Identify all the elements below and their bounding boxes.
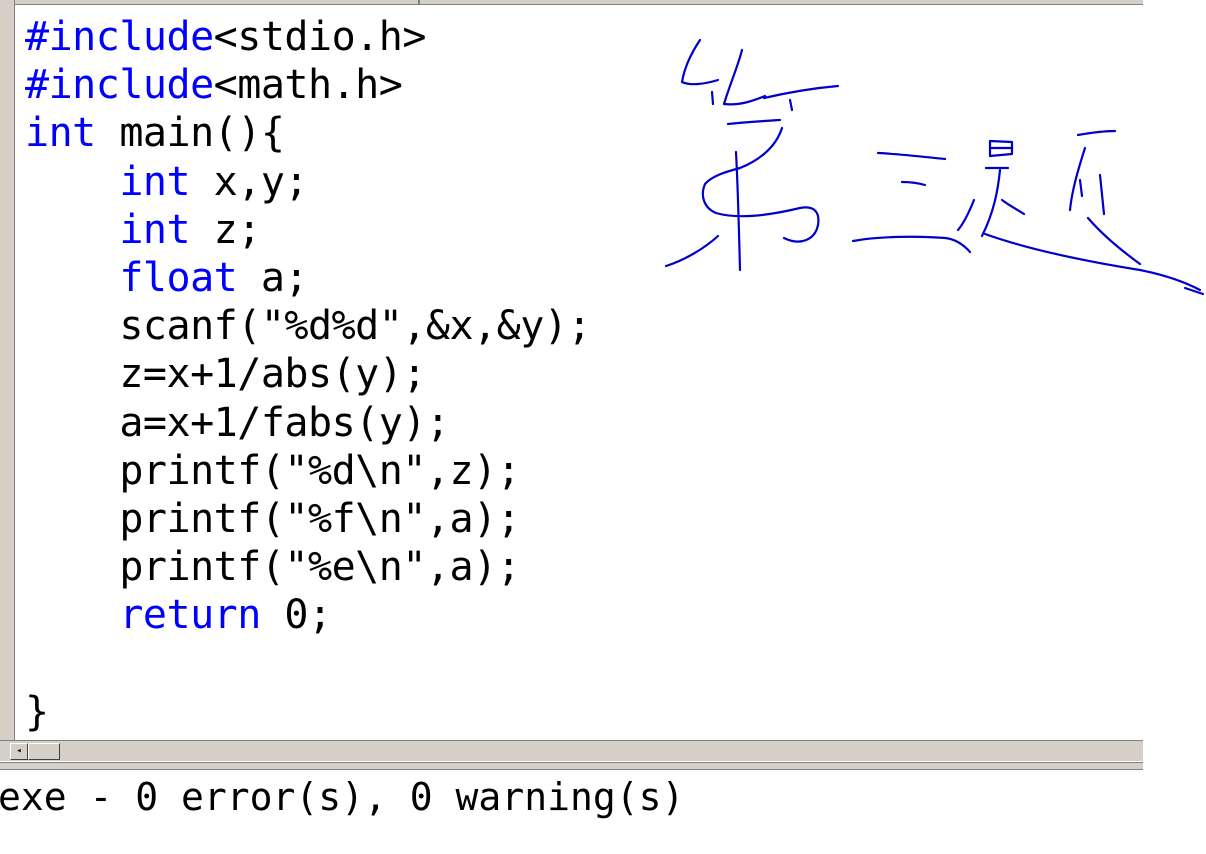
code-keyword: #include [25,62,214,109]
code-keyword: #include [25,14,214,60]
code-text: <stdio.h> [213,14,427,60]
code-text: } [25,688,49,735]
code-line[interactable]: int x,y; [25,158,591,206]
output-pane: exe - 0 error(s), 0 warning(s) [0,770,1206,854]
code-keyword: float [119,254,238,301]
code-line[interactable]: #include<math.h> [25,61,591,109]
scrollbar-thumb[interactable] [28,743,60,760]
scroll-left-arrow-icon[interactable]: ◂ [10,743,28,760]
code-text: printf("%e\n",a); [25,544,521,591]
code-line[interactable]: z=x+1/abs(y); [25,350,591,398]
code-keyword: int [25,110,96,157]
code-keyword: return [119,592,261,639]
code-editor[interactable]: #include<stdio.h> #include<math.h> int mai… [15,5,1143,740]
code-text: printf("%f\n",a); [25,495,521,542]
build-status-text: exe - 0 error(s), 0 warning(s) [0,775,685,819]
code-line[interactable]: #include<stdio.h> [25,13,591,61]
code-text: a=x+1/fabs(y); [25,399,450,446]
ruler-tick [418,0,420,4]
code-text: x,y; [190,158,309,205]
code-line[interactable]: printf("%d\n",z); [25,447,591,495]
pane-splitter[interactable] [0,762,1143,770]
editor-right-area [1143,0,1206,770]
code-line[interactable]: } [25,688,591,736]
horizontal-scrollbar[interactable]: ◂ [0,740,1143,761]
code-line[interactable]: return 0; [25,591,591,639]
code-line[interactable]: float a; [25,254,591,302]
code-text: main(){ [95,110,285,157]
code-line[interactable]: scanf("%d%d",&x,&y); [25,302,591,350]
code-line[interactable] [25,639,591,687]
editor-gutter [0,0,15,740]
code-line[interactable]: printf("%f\n",a); [25,495,591,543]
code-keyword: int [119,206,191,253]
code-text: <math.h> [213,62,403,109]
code-text: 0; [260,592,332,639]
code-line[interactable]: int main(){ [25,109,591,157]
code-line[interactable]: int z; [25,206,591,254]
code-text: z=x+1/abs(y); [25,351,426,398]
code-text: printf("%d\n",z); [25,447,521,494]
code-keyword: int [119,158,191,205]
code-text: scanf("%d%d",&x,&y); [25,303,591,350]
code-text: z; [190,206,262,253]
code-text: a; [237,254,309,301]
source-code[interactable]: #include<stdio.h> #include<math.h> int mai… [25,13,591,736]
code-line[interactable]: a=x+1/fabs(y); [25,399,591,447]
code-line[interactable]: printf("%e\n",a); [25,543,591,591]
